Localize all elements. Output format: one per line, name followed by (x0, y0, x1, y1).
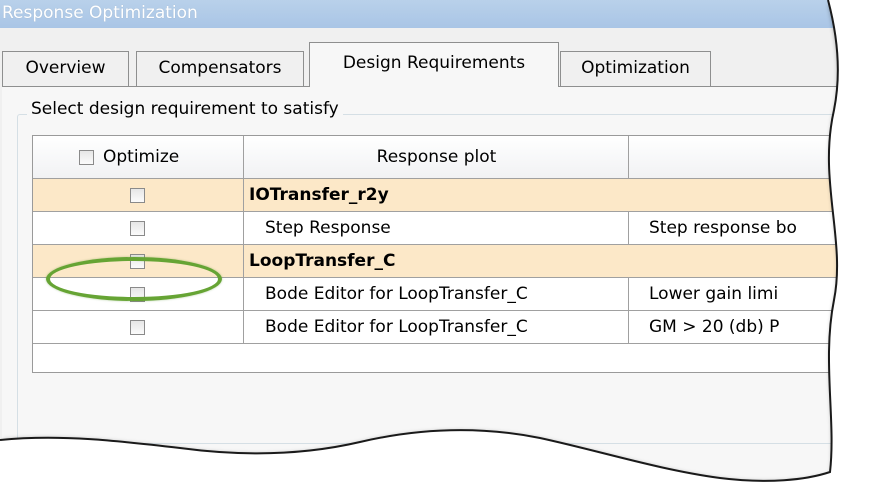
screenshot-stage: Response Optimization Overview Compensat… (0, 0, 875, 491)
torn-edge-decoration (0, 0, 875, 491)
